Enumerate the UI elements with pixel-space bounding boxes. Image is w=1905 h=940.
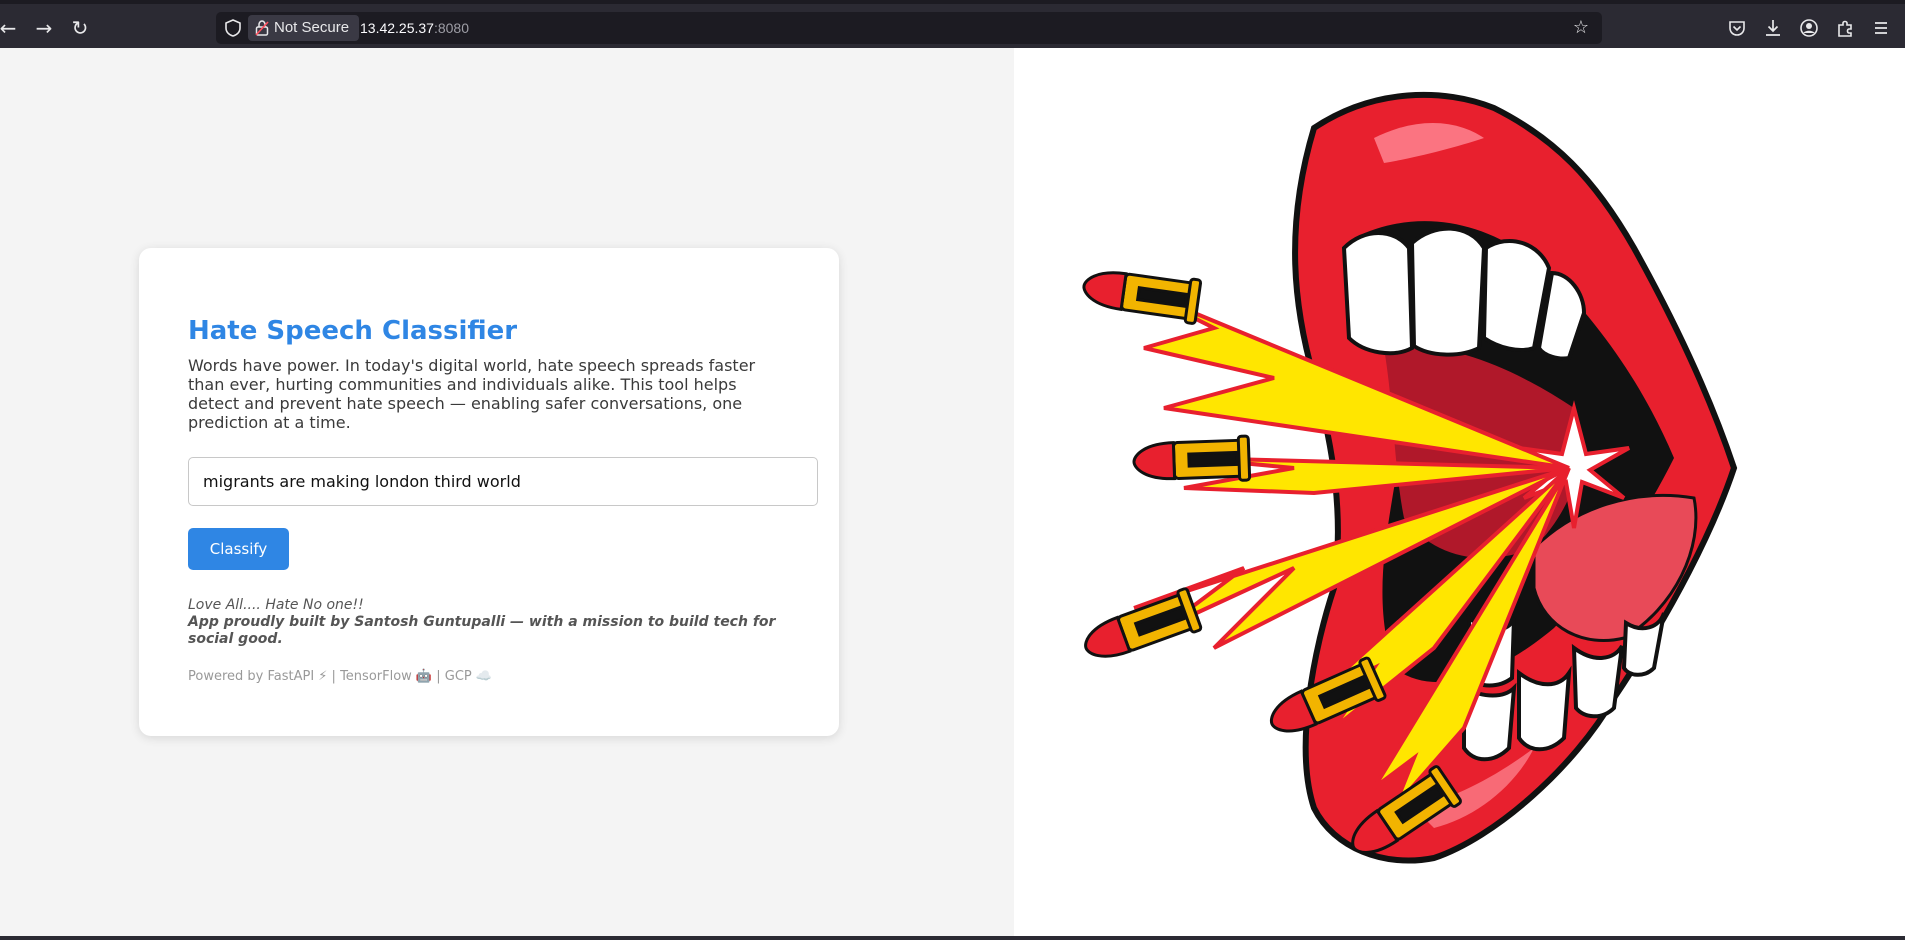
address-bar[interactable]: Not Secure 13.42.25.37:8080 ☆ <box>216 12 1602 44</box>
powered-by-text: Powered by FastAPI ⚡ | TensorFlow 🤖 | GC… <box>188 669 493 684</box>
left-panel: Hate Speech Classifier Words have power.… <box>0 48 1014 936</box>
back-icon[interactable]: ← <box>0 12 24 44</box>
url-text[interactable]: 13.42.25.37:8080 <box>360 12 469 44</box>
pocket-icon[interactable] <box>1724 15 1750 41</box>
menu-icon[interactable] <box>1868 15 1894 41</box>
download-icon[interactable] <box>1760 15 1786 41</box>
description-text: Words have power. In today's digital wor… <box>188 356 756 432</box>
tagline-text: Love All.... Hate No one!! <box>188 597 364 613</box>
lock-icon <box>255 20 269 36</box>
page-title: Hate Speech Classifier <box>188 316 518 346</box>
not-secure-indicator[interactable]: Not Secure <box>248 15 360 41</box>
tagline-block: Love All.... Hate No one!! App proudly b… <box>188 597 808 648</box>
account-icon[interactable] <box>1796 15 1822 41</box>
text-input[interactable] <box>188 457 818 506</box>
reload-icon[interactable]: ↻ <box>64 12 96 44</box>
shield-icon[interactable] <box>224 19 242 37</box>
classifier-card: Hate Speech Classifier Words have power.… <box>139 248 839 736</box>
security-label: Not Secure <box>274 19 350 36</box>
url-port: :8080 <box>433 20 470 36</box>
extensions-icon[interactable] <box>1832 15 1858 41</box>
lips-bullets-illustration <box>1082 91 1738 864</box>
bookmark-star-icon[interactable]: ☆ <box>1570 17 1592 39</box>
taskbar-strip <box>0 936 1905 940</box>
url-host: 13.42.25.37 <box>360 20 434 36</box>
forward-icon[interactable]: → <box>28 12 60 44</box>
hero-illustration <box>1014 48 1905 936</box>
classify-button[interactable]: Classify <box>188 528 289 570</box>
credit-text: App proudly built by Santosh Guntupalli … <box>188 614 776 647</box>
browser-toolbar: ← → ↻ Not Secure 13.42.25.37:8080 ☆ <box>0 0 1905 48</box>
